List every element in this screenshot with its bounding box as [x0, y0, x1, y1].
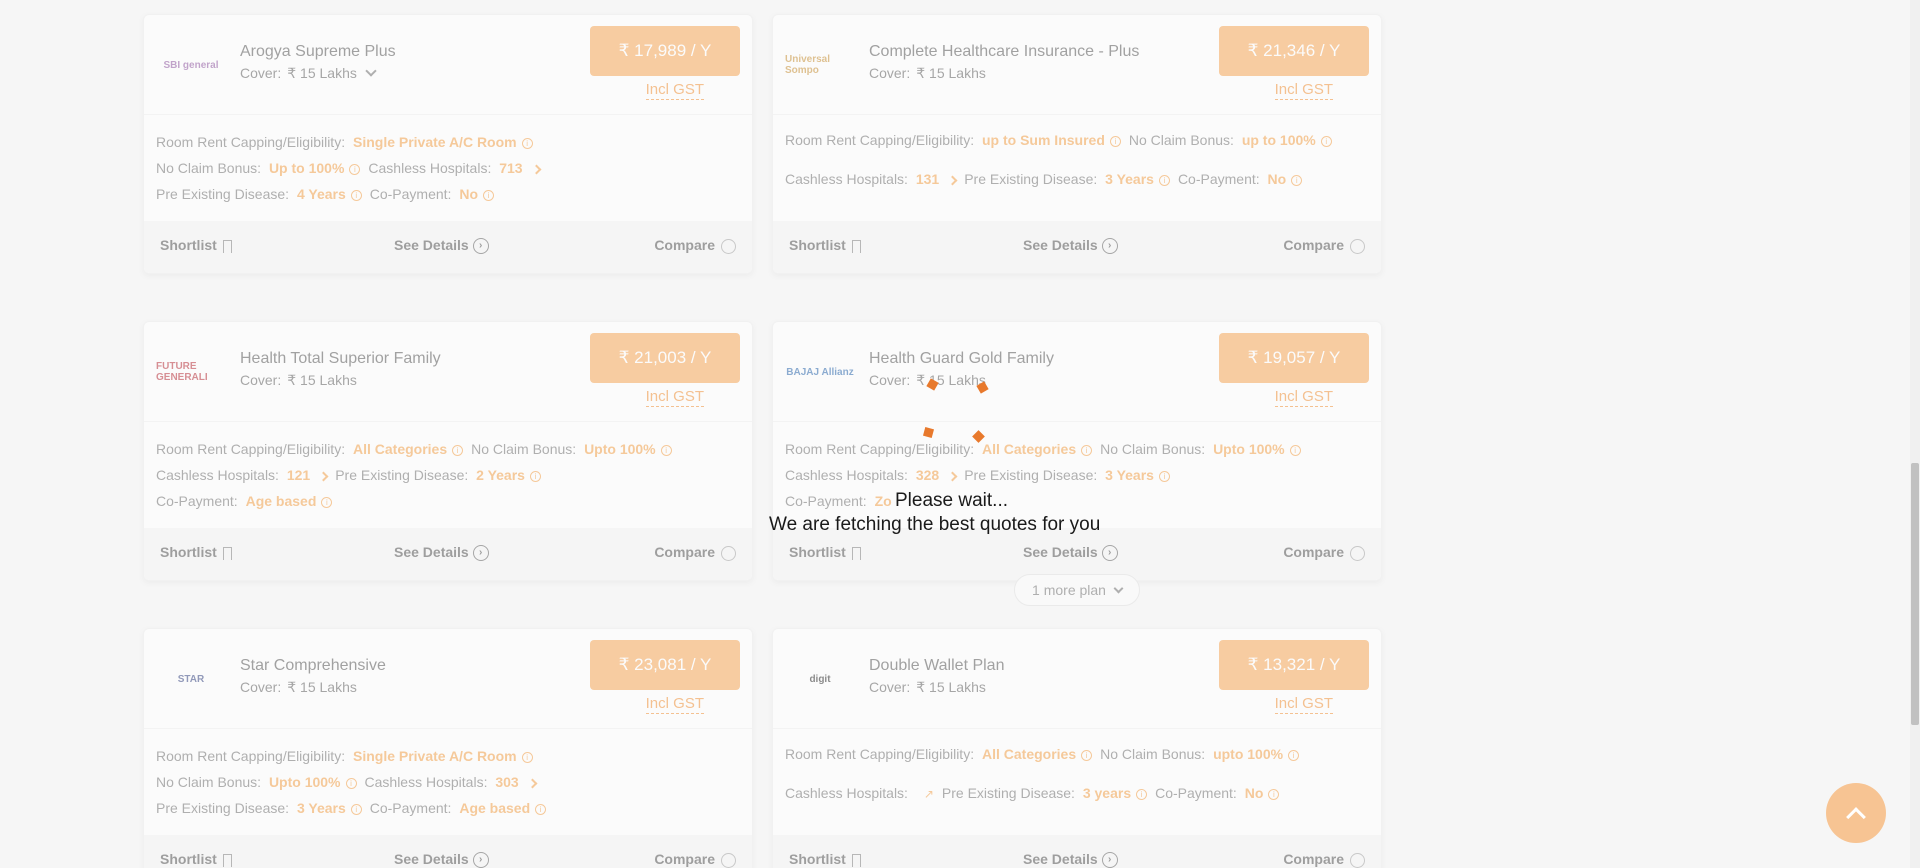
- loading-overlay: [0, 0, 1920, 868]
- scroll-to-top-button[interactable]: [1826, 783, 1886, 843]
- loading-subtitle: We are fetching the best quotes for you: [769, 514, 1101, 535]
- page-scrollbar[interactable]: [1910, 0, 1920, 868]
- chevron-up-icon: [1846, 807, 1866, 827]
- loading-title: Please wait...: [895, 490, 1008, 511]
- scrollbar-thumb[interactable]: [1911, 463, 1919, 725]
